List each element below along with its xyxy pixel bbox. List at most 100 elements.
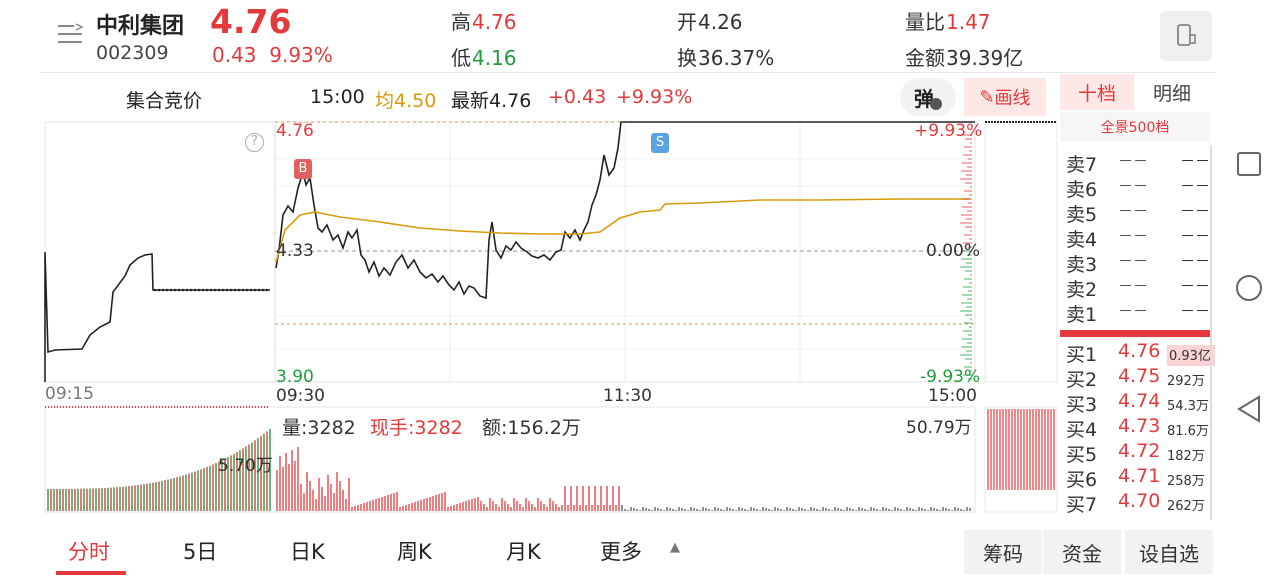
- level-volume: －－: [1180, 177, 1211, 195]
- sell-level-6[interactable]: 卖3 －－ －－: [1066, 250, 1216, 276]
- level-price: 4.72: [1118, 440, 1161, 462]
- home-icon[interactable]: [1236, 275, 1262, 301]
- level-price: 4.71: [1118, 465, 1161, 487]
- level-label: 买3: [1066, 394, 1098, 416]
- time-open-label: 09:30: [276, 386, 325, 406]
- auction-dot: [249, 288, 253, 292]
- auction-dot: [185, 288, 189, 292]
- level-label: 买2: [1066, 369, 1098, 391]
- auction-price-line: [44, 251, 270, 382]
- level-price: 4.70: [1118, 490, 1161, 512]
- sell-level-5[interactable]: 卖4 －－ －－: [1066, 225, 1216, 251]
- latest-change: +0.43: [548, 86, 607, 108]
- level-price: －－: [1118, 177, 1149, 195]
- level-volume: 258万: [1167, 474, 1205, 489]
- sell-level-7[interactable]: 卖2 －－ －－: [1066, 275, 1216, 301]
- tab-more[interactable]: 更多: [600, 536, 642, 566]
- tab-day-k[interactable]: 日K: [290, 536, 325, 566]
- buy-level-1[interactable]: 买1 4.76 0.93亿: [1066, 340, 1216, 366]
- level-price: 4.73: [1118, 415, 1161, 437]
- level-label: 买5: [1066, 444, 1098, 466]
- auction-dot: [221, 288, 225, 292]
- level-label: 买4: [1066, 419, 1098, 441]
- level-label: 卖4: [1066, 229, 1098, 251]
- level-price: －－: [1118, 277, 1149, 295]
- cursor-time: 15:00: [310, 86, 365, 108]
- level-label: 卖3: [1066, 254, 1098, 276]
- tab-week-k[interactable]: 周K: [397, 536, 432, 566]
- post-panel-border: [984, 121, 1058, 383]
- amount-label: 额:156.2万: [482, 417, 581, 439]
- level-price: －－: [1118, 227, 1149, 245]
- price-bot-label: 3.90: [276, 367, 314, 387]
- auction-label: 集合竞价: [126, 90, 203, 112]
- tab-ten-levels[interactable]: 十档: [1060, 74, 1134, 110]
- level-volume: －－: [1180, 227, 1211, 245]
- auction-dot: [253, 288, 257, 292]
- sell-level-8[interactable]: 卖1 －－ －－: [1066, 300, 1216, 326]
- sell-level-2[interactable]: 卖7 －－ －－: [1066, 150, 1216, 176]
- auction-dot: [165, 288, 169, 292]
- funds-button[interactable]: 资金: [1043, 530, 1121, 574]
- auction-dot: [229, 288, 233, 292]
- full-500-levels[interactable]: 全景500档: [1060, 112, 1210, 142]
- intraday-chart[interactable]: [0, 118, 1058, 518]
- level-price: －－: [1118, 302, 1149, 320]
- stat-volume-ratio: 量比1.47: [905, 10, 991, 34]
- tab-intraday[interactable]: 分时: [68, 536, 110, 566]
- stat-amount: 金额39.39亿: [905, 46, 1024, 70]
- buy-level-6[interactable]: 买6 4.71 258万: [1066, 465, 1216, 491]
- buy-marker[interactable]: B: [294, 159, 312, 179]
- recent-apps-icon[interactable]: [1237, 152, 1261, 176]
- hand-label: 现手:3282: [370, 417, 463, 439]
- level-label: 卖5: [1066, 204, 1098, 226]
- active-tab-underline: [56, 571, 126, 575]
- level-volume: 0.93亿: [1167, 345, 1215, 366]
- level-price: －－: [1118, 152, 1149, 170]
- avg-line: [275, 198, 970, 263]
- auction-dot: [261, 288, 265, 292]
- level-label: 卖1: [1066, 304, 1098, 326]
- draw-line-button[interactable]: ✎ 画线: [964, 78, 1046, 116]
- back-icon[interactable]: [1237, 395, 1260, 423]
- add-watchlist-button[interactable]: 设自选: [1125, 530, 1213, 574]
- price-mid-label: 4.33: [276, 241, 314, 261]
- stat-high: 高4.76: [451, 10, 517, 34]
- sell-level-4[interactable]: 卖5 －－ －－: [1066, 200, 1216, 226]
- tab-month-k[interactable]: 月K: [506, 536, 541, 566]
- tab-5day[interactable]: 5日: [183, 536, 217, 566]
- device-switch-button[interactable]: [1160, 11, 1212, 61]
- level-price: 4.75: [1118, 365, 1161, 387]
- volume-label: 量:3282: [282, 417, 356, 439]
- pct-mid-label: 0.00%: [926, 241, 981, 261]
- level-label: 买6: [1066, 469, 1098, 491]
- help-icon[interactable]: ?: [245, 133, 264, 152]
- pencil-icon: ✎: [979, 86, 995, 108]
- popup-button[interactable]: 弹: [900, 78, 956, 116]
- time-mid-label: 11:30: [603, 386, 652, 406]
- orderbook-divider: [1060, 330, 1210, 337]
- level-label: 买7: [1066, 494, 1098, 516]
- auction-dot: [245, 288, 249, 292]
- buy-level-3[interactable]: 买3 4.74 54.3万: [1066, 390, 1216, 416]
- sell-marker[interactable]: S: [651, 133, 669, 153]
- level-volume: －－: [1180, 302, 1211, 320]
- menu-icon[interactable]: [56, 22, 84, 46]
- chips-button[interactable]: 筹码: [964, 530, 1042, 574]
- level-price: －－: [1118, 202, 1149, 220]
- auction-dot: [233, 288, 237, 292]
- auction-dot: [181, 288, 185, 292]
- auction-dot: [213, 288, 217, 292]
- sell-level-3[interactable]: 卖6 －－ －－: [1066, 175, 1216, 201]
- level-price: 4.76: [1118, 340, 1161, 362]
- orderbook-scrollbar[interactable]: [1210, 145, 1212, 520]
- stock-name: 中利集团: [96, 14, 185, 39]
- minus-icon: [930, 98, 942, 110]
- buy-level-4[interactable]: 买4 4.73 81.6万: [1066, 415, 1216, 441]
- level-label: 卖2: [1066, 279, 1098, 301]
- level-volume: 81.6万: [1167, 424, 1209, 439]
- buy-level-2[interactable]: 买2 4.75 292万: [1066, 365, 1216, 391]
- buy-level-5[interactable]: 买5 4.72 182万: [1066, 440, 1216, 466]
- buy-level-7[interactable]: 买7 4.70 262万: [1066, 490, 1216, 516]
- tab-detail[interactable]: 明细: [1134, 74, 1210, 110]
